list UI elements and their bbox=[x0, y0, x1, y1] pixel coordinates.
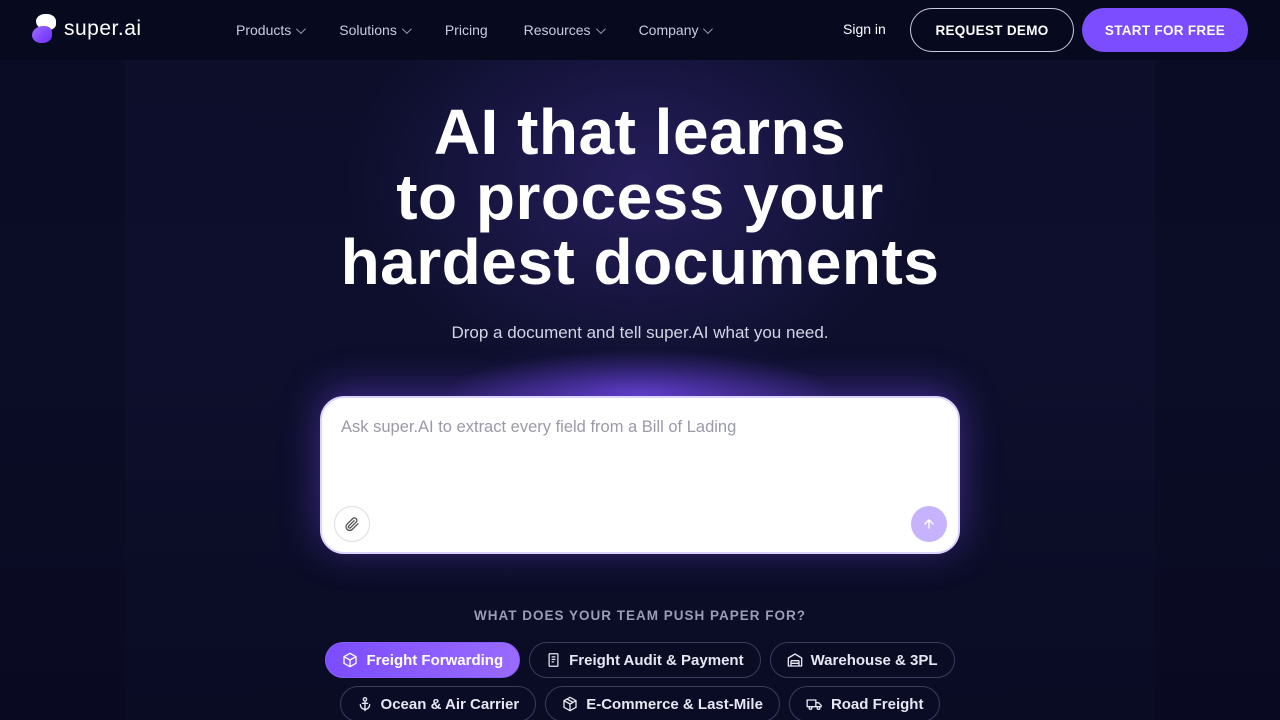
chip-row: Freight Forwarding Freight Audit & Payme… bbox=[0, 642, 1280, 678]
nav-item-pricing[interactable]: Pricing bbox=[445, 22, 488, 38]
chip-ecommerce-last-mile[interactable]: E-Commerce & Last-Mile bbox=[545, 686, 780, 720]
chevron-down-icon bbox=[401, 23, 412, 34]
top-nav: super.ai Products Solutions Pricing Reso… bbox=[0, 0, 1280, 60]
warehouse-icon bbox=[787, 653, 802, 667]
chevron-down-icon bbox=[703, 23, 714, 34]
hero-title-line: to process your bbox=[396, 161, 884, 233]
box-icon bbox=[343, 652, 358, 668]
chip-row: Ocean & Air Carrier E-Commerce & Last-Mi… bbox=[0, 686, 1280, 720]
chevron-down-icon bbox=[296, 23, 307, 34]
nav-item-label: Products bbox=[236, 22, 292, 38]
chip-label: E-Commerce & Last-Mile bbox=[586, 695, 763, 713]
chip-freight-audit-payment[interactable]: Freight Audit & Payment bbox=[529, 642, 761, 678]
logo[interactable]: super.ai bbox=[32, 14, 142, 44]
logo-text: super.ai bbox=[64, 17, 142, 40]
truck-icon bbox=[806, 699, 822, 710]
nav-item-resources[interactable]: Resources bbox=[523, 22, 606, 38]
hero-title: AI that learns to process your hardest d… bbox=[240, 100, 1040, 295]
nav-item-label: Pricing bbox=[444, 22, 488, 38]
chip-label: Freight Audit & Payment bbox=[569, 651, 744, 669]
hero-subtitle: Drop a document and tell super.AI what y… bbox=[451, 323, 829, 342]
start-for-free-button[interactable]: START FOR FREE bbox=[1082, 8, 1248, 52]
paperclip-icon bbox=[345, 517, 359, 532]
background-panel-right bbox=[1155, 60, 1280, 720]
prompt-input[interactable] bbox=[341, 416, 941, 496]
arrow-up-icon bbox=[924, 519, 934, 529]
package-icon bbox=[563, 696, 577, 712]
background-panel-left bbox=[0, 60, 125, 720]
chip-road-freight[interactable]: Road Freight bbox=[788, 686, 941, 720]
chip-ocean-air-carrier[interactable]: Ocean & Air Carrier bbox=[339, 686, 537, 720]
chip-freight-forwarding[interactable]: Freight Forwarding bbox=[325, 642, 521, 678]
receipt-icon bbox=[548, 653, 559, 667]
industry-question: WHAT DOES YOUR TEAM PUSH PAPER FOR? bbox=[473, 608, 806, 623]
request-demo-button[interactable]: REQUEST DEMO bbox=[910, 8, 1074, 52]
chip-label: Warehouse & 3PL bbox=[810, 651, 938, 669]
chevron-down-icon bbox=[595, 23, 606, 34]
nav-item-label: Solutions bbox=[339, 22, 397, 38]
nav-item-products[interactable]: Products bbox=[236, 22, 307, 38]
nav-item-label: Resources bbox=[523, 22, 591, 38]
nav-links: Products Solutions Pricing Resources Com… bbox=[236, 0, 746, 60]
hero-title-line: AI that learns bbox=[433, 96, 847, 168]
anchor-icon bbox=[359, 697, 370, 712]
sign-in-link[interactable]: Sign in bbox=[843, 21, 886, 37]
chip-label: Freight Forwarding bbox=[366, 651, 504, 669]
hero-title-line: hardest documents bbox=[340, 226, 940, 298]
chip-warehouse-3pl[interactable]: Warehouse & 3PL bbox=[769, 642, 955, 678]
prompt-box bbox=[320, 396, 960, 554]
send-button[interactable] bbox=[911, 506, 947, 542]
nav-item-solutions[interactable]: Solutions bbox=[339, 22, 412, 38]
logo-mark-icon bbox=[32, 14, 58, 44]
nav-item-label: Company bbox=[638, 22, 699, 38]
chip-label: Ocean & Air Carrier bbox=[380, 695, 520, 713]
attach-button[interactable] bbox=[334, 506, 370, 542]
chip-label: Road Freight bbox=[830, 695, 924, 713]
nav-item-company[interactable]: Company bbox=[638, 22, 714, 38]
